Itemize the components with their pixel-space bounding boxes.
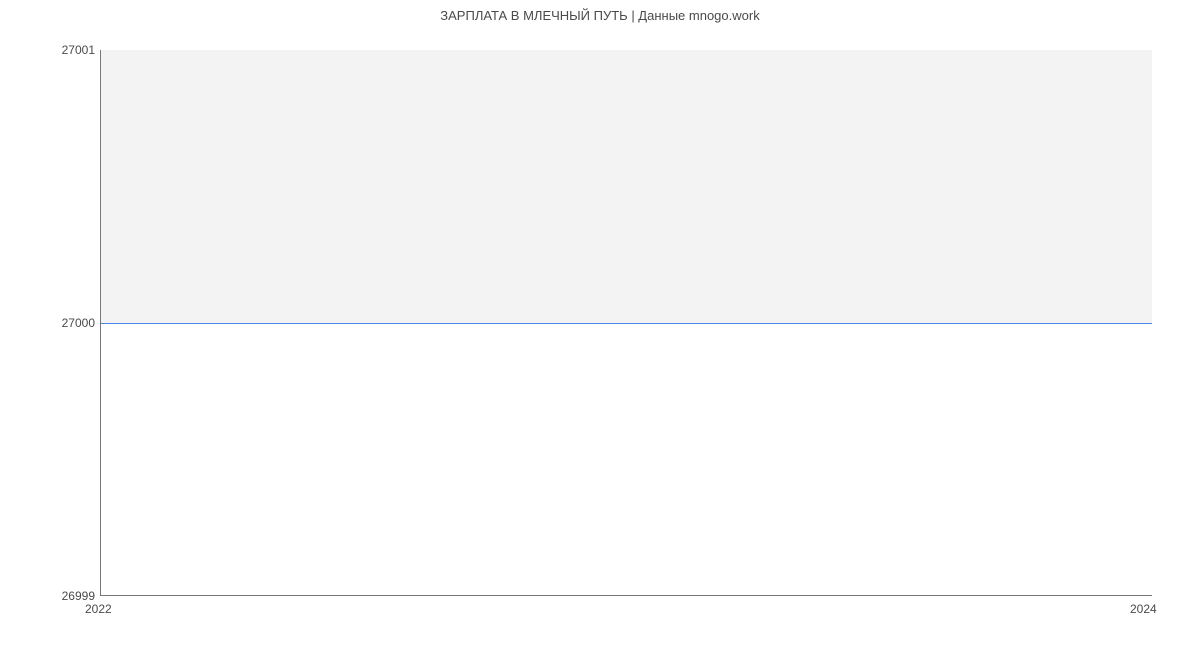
plot-area (100, 50, 1152, 596)
fill-region (101, 50, 1152, 323)
ytick-label: 27001 (62, 43, 95, 57)
data-line (101, 323, 1152, 324)
ytick-label: 26999 (62, 589, 95, 603)
ytick-label: 27000 (62, 316, 95, 330)
xtick-label: 2022 (85, 602, 112, 616)
chart-title: ЗАРПЛАТА В МЛЕЧНЫЙ ПУТЬ | Данные mnogo.w… (0, 8, 1200, 23)
xtick-label: 2024 (1130, 602, 1157, 616)
